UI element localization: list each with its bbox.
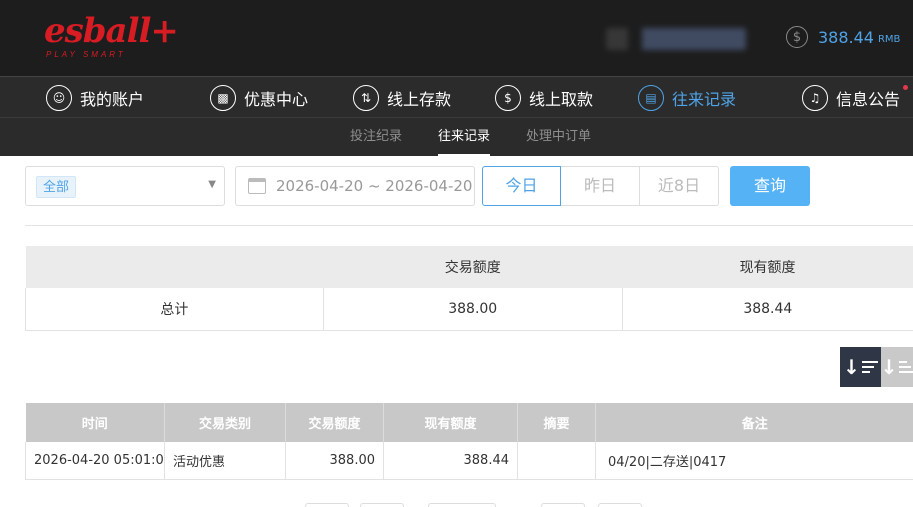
pager-current-page[interactable] <box>428 503 496 507</box>
cell-remark: 04/20|二存送|0417 <box>595 442 913 480</box>
nav-item-promotions[interactable]: ▩ 优惠中心 <box>210 77 308 118</box>
summary-total-balance: 388.44 <box>621 288 913 331</box>
table-row: 2026-04-20 05:01:00 活动优惠 388.00 388.44 0… <box>25 442 913 480</box>
nav-item-label: 往来记录 <box>672 89 737 109</box>
column-header-remark[interactable]: 备注 <box>595 403 913 442</box>
calendar-icon <box>248 178 266 194</box>
cell-type: 活动优惠 <box>164 442 286 480</box>
logo-text: esball <box>44 11 151 51</box>
subnav-transaction-records[interactable]: 往来记录 <box>438 118 491 157</box>
nav-item-announcements[interactable]: ♫ 信息公告 <box>802 77 909 118</box>
quick-range-today[interactable]: 今日 <box>482 166 561 206</box>
logo-plus: + <box>150 11 178 51</box>
balance-currency: RMB <box>877 33 901 45</box>
dollar-coin-icon: $ <box>786 26 808 48</box>
pager-last-button[interactable] <box>598 503 642 507</box>
cell-balance: 388.44 <box>383 442 518 480</box>
logo-tagline: PLAY SMART <box>46 50 126 59</box>
balance-display: $ 388.44 RMB <box>786 26 900 48</box>
summary-total-row: 总计 388.00 388.44 <box>25 288 913 331</box>
column-header-balance[interactable]: 现有额度 <box>383 403 518 442</box>
divider <box>25 225 913 226</box>
column-header-amount[interactable]: 交易额度 <box>285 403 384 442</box>
gift-icon: ▩ <box>210 84 236 111</box>
balance-amount: 388.44 <box>818 27 874 47</box>
nav-item-records[interactable]: ▤ 往来记录 <box>638 77 736 118</box>
pager-next-button[interactable] <box>541 503 585 507</box>
summary-header-cell: 交易额度 <box>323 246 623 288</box>
quick-range-last-8-days[interactable]: 近8日 <box>640 166 719 206</box>
blurred-username <box>606 28 746 50</box>
top-header: esball+ PLAY SMART $ 388.44 RMB <box>0 0 913 76</box>
column-header-time[interactable]: 时间 <box>25 403 165 442</box>
nav-item-withdraw[interactable]: $ 线上取款 <box>495 77 593 118</box>
sub-nav: 投注纪录 往来记录 处理中订单 <box>0 117 913 157</box>
pager-first-button[interactable] <box>305 503 349 507</box>
column-header-summary[interactable]: 摘要 <box>517 403 596 442</box>
cell-time: 2026-04-20 05:01:00 <box>25 442 165 480</box>
summary-header-row: 交易额度 现有额度 <box>25 246 913 288</box>
esball-logo[interactable]: esball+ PLAY SMART <box>44 11 179 59</box>
nav-item-label: 线上存款 <box>387 89 452 109</box>
transactions-table: 时间 交易类别 交易额度 现有额度 摘要 备注 2026-04-20 05:01… <box>25 403 913 480</box>
subnav-pending-orders[interactable]: 处理中订单 <box>526 118 591 157</box>
selected-type-tag: 全部 <box>36 176 77 198</box>
user-icon: ☺ <box>46 84 72 111</box>
chevron-down-icon: ▼ <box>208 179 216 190</box>
bell-icon: ♫ <box>802 84 828 111</box>
cell-summary <box>517 442 596 480</box>
nav-item-my-account[interactable]: ☺ 我的账户 <box>46 77 144 118</box>
subnav-bet-records[interactable]: 投注纪录 <box>350 118 402 157</box>
summary-total-amount: 388.00 <box>322 288 623 331</box>
nav-item-deposit[interactable]: ⇅ 线上存款 <box>353 77 451 118</box>
nav-item-label: 信息公告 <box>836 89 901 109</box>
sort-ascending-icon: ↓ <box>880 355 898 379</box>
deposit-icon: ⇅ <box>353 84 379 111</box>
nav-item-label: 优惠中心 <box>244 89 309 109</box>
date-range-text: 2026-04-20 ~ 2026-04-20 <box>276 177 473 195</box>
records-icon: ▤ <box>638 84 664 111</box>
nav-item-label: 我的账户 <box>80 89 145 109</box>
summary-header-cell: 现有额度 <box>622 246 913 288</box>
summary-table: 交易额度 现有额度 总计 388.00 388.44 <box>25 246 913 331</box>
transaction-type-select[interactable]: 全部 ▼ <box>25 166 225 206</box>
pager-prev-button[interactable] <box>360 503 404 507</box>
sort-ascending-button[interactable]: ↓ <box>881 347 913 387</box>
cell-amount: 388.00 <box>285 442 384 480</box>
sort-descending-icon: ↓ <box>843 355 860 379</box>
notification-dot <box>903 85 909 90</box>
summary-header-cell <box>25 246 324 288</box>
main-nav: ☺ 我的账户 ▩ 优惠中心 ⇅ 线上存款 $ 线上取款 ▤ 往来记录 ♫ 信息公… <box>0 76 913 117</box>
quick-range-yesterday[interactable]: 昨日 <box>561 166 640 206</box>
sort-descending-button[interactable]: ↓ <box>840 347 881 387</box>
nav-item-label: 线上取款 <box>529 89 594 109</box>
withdraw-icon: $ <box>495 84 521 111</box>
summary-total-label: 总计 <box>25 288 324 331</box>
transactions-header-row: 时间 交易类别 交易额度 现有额度 摘要 备注 <box>25 403 913 442</box>
query-button[interactable]: 查询 <box>730 166 810 206</box>
date-range-picker[interactable]: 2026-04-20 ~ 2026-04-20 <box>235 166 475 206</box>
column-header-type[interactable]: 交易类别 <box>164 403 286 442</box>
